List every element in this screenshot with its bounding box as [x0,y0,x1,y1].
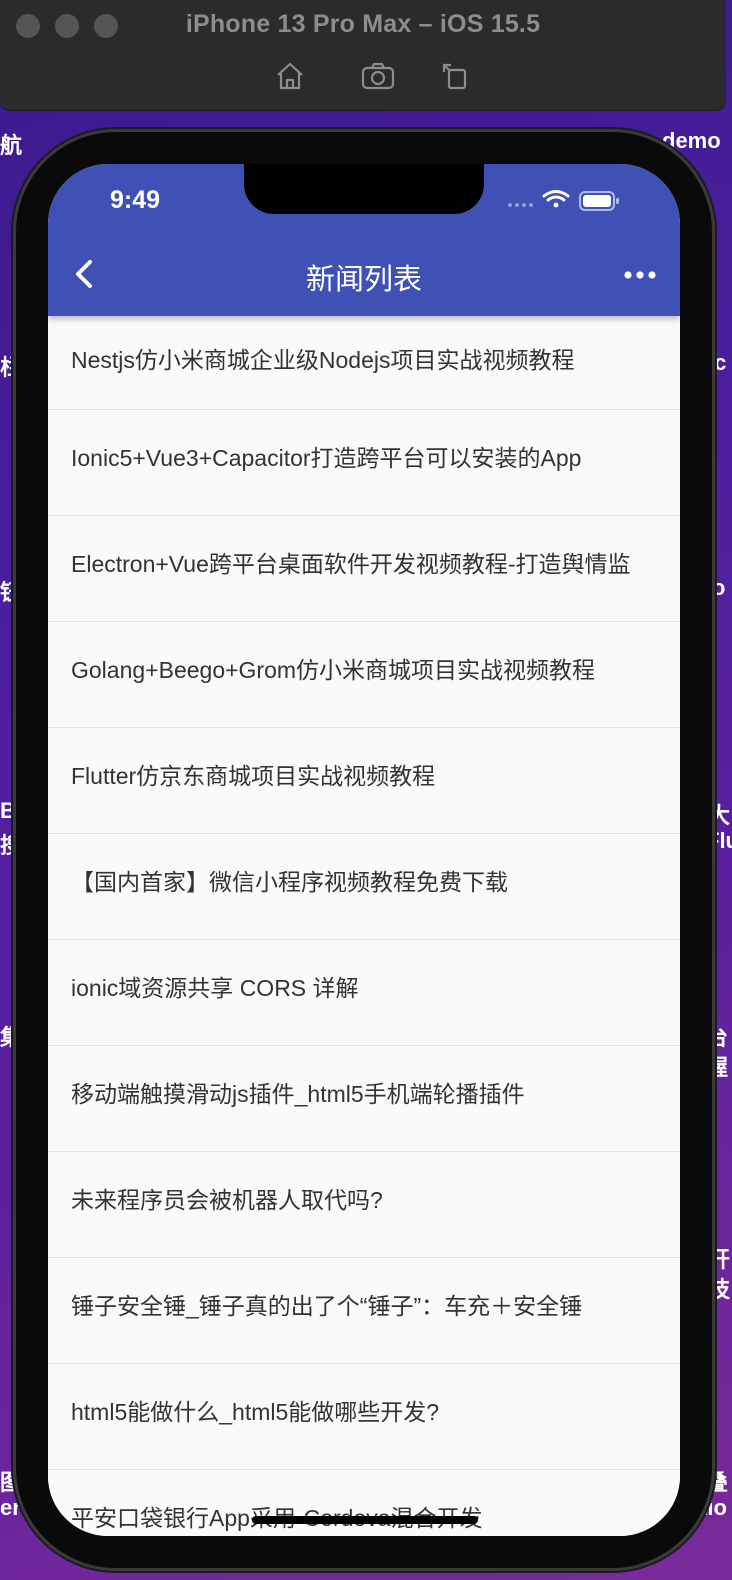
status-icons [506,188,636,214]
news-title: Ionic5+Vue3+Capacitor打造跨平台可以安装的App [71,445,582,471]
more-horizontal-icon [624,271,656,279]
news-title: Flutter仿京东商城项目实战视频教程 [71,763,436,789]
news-title: Nestjs仿小米商城企业级Nodejs项目实战视频教程 [71,347,575,373]
simulator-title-bar: iPhone 13 Pro Max – iOS 15.5 [0,0,726,111]
news-title: Electron+Vue跨平台桌面软件开发视频教程-打造舆情监 [71,551,631,577]
news-title: 锤子安全锤_锤子真的出了个“锤子”：车充＋安全锤 [71,1293,583,1319]
news-list: Nestjs仿小米商城企业级Nodejs项目实战视频教程 Ionic5+Vue3… [48,316,680,1536]
more-button[interactable] [620,260,660,290]
news-list-item[interactable]: 锤子安全锤_锤子真的出了个“锤子”：车充＋安全锤 [48,1258,680,1364]
news-list-item[interactable]: ionic域资源共享 CORS 详解 [48,940,680,1046]
news-title: ionic域资源共享 CORS 详解 [71,975,359,1001]
notch [244,164,484,214]
news-list-item[interactable]: Flutter仿京东商城项目实战视频教程 [48,728,680,834]
news-list-item[interactable]: 【国内首家】微信小程序视频教程免费下载 [48,834,680,940]
desktop-label: demo [662,128,721,153]
news-list-item[interactable]: Golang+Beego+Grom仿小米商城项目实战视频教程 [48,622,680,728]
desktop-label: er [0,1495,21,1520]
news-list-item[interactable]: html5能做什么_html5能做哪些开发? [48,1364,680,1470]
news-list-item[interactable]: Nestjs仿小米商城企业级Nodejs项目实战视频教程 [48,316,680,410]
desktop-label: o [712,575,726,600]
desktop-label: B [0,798,16,823]
news-title: Golang+Beego+Grom仿小米商城项目实战视频教程 [71,657,596,683]
screenshot-icon[interactable] [360,58,396,94]
home-icon[interactable] [272,58,308,94]
signal-icon [508,203,533,207]
battery-icon [579,191,619,211]
home-indicator[interactable] [252,1516,478,1524]
status-time: 9:49 [110,186,161,214]
news-list-item[interactable]: 移动端触摸滑动js插件_html5手机端轮播插件 [48,1046,680,1152]
desktop-label: 航 [0,133,23,158]
news-list-item[interactable]: 平安口袋银行App采用-Cordova混合开发 [48,1470,680,1536]
phone-screen: 9:49 新闻列表 Nestjs仿小米商城企业级Nodejs项目实战视频教程 I… [48,164,680,1536]
news-list-item[interactable]: Ionic5+Vue3+Capacitor打造跨平台可以安装的App [48,410,680,516]
rotate-icon[interactable] [438,58,474,94]
news-title: 【国内首家】微信小程序视频教程免费下载 [71,869,508,895]
news-list-item[interactable]: 未来程序员会被机器人取代吗? [48,1152,680,1258]
news-list-item[interactable]: Electron+Vue跨平台桌面软件开发视频教程-打造舆情监 [48,516,680,622]
page-title: 新闻列表 [305,264,422,296]
wifi-icon [542,190,570,208]
news-title: html5能做什么_html5能做哪些开发? [71,1399,440,1425]
simulator-title: iPhone 13 Pro Max – iOS 15.5 [185,10,541,38]
news-title: 移动端触摸滑动js插件_html5手机端轮播插件 [71,1081,525,1107]
news-title: 未来程序员会被机器人取代吗? [71,1187,383,1213]
